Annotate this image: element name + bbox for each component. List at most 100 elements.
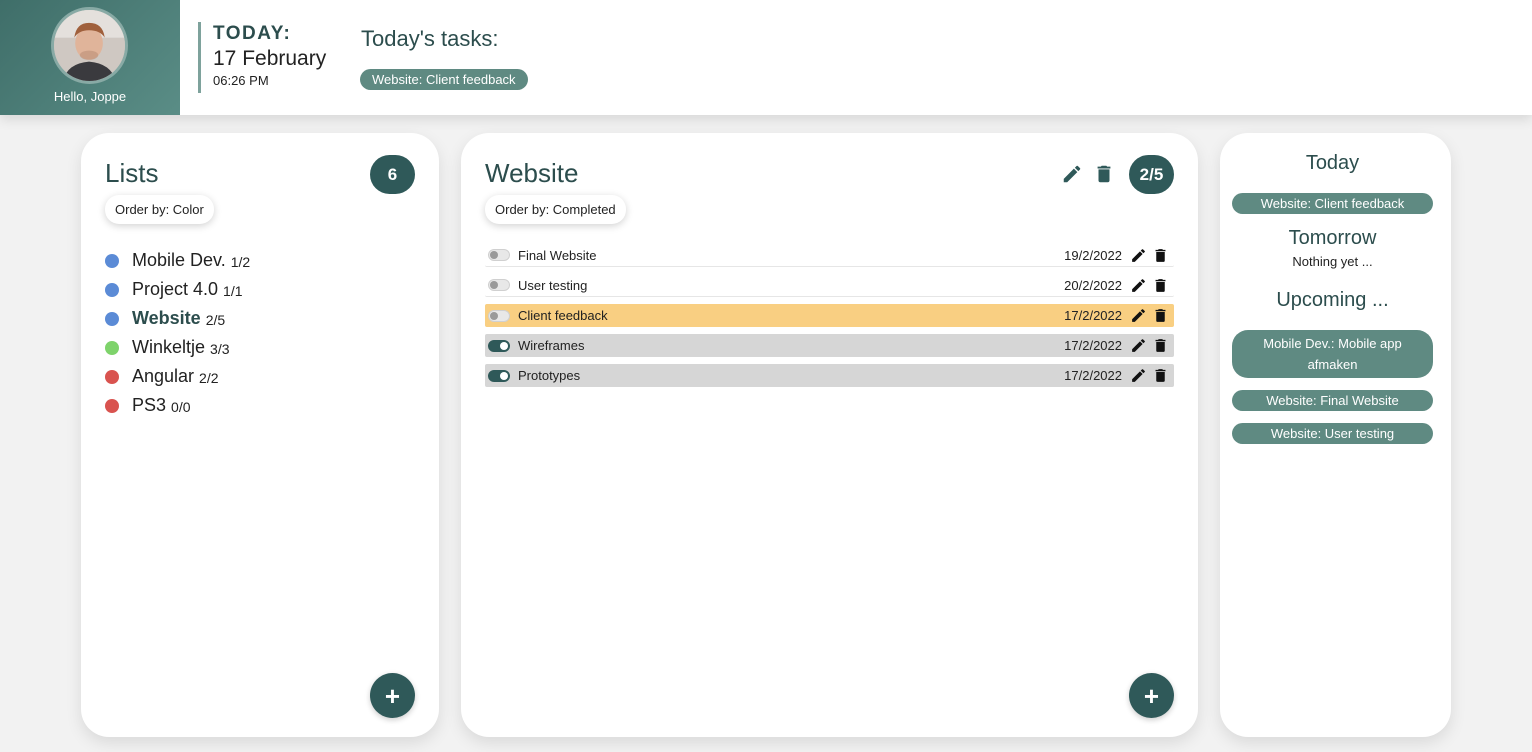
task-date: 17/2/2022 bbox=[1064, 338, 1122, 353]
color-dot bbox=[105, 282, 119, 297]
current-time: 06:26 PM bbox=[213, 73, 269, 88]
list-item-website[interactable]: Website 2/5 bbox=[105, 304, 250, 333]
todays-tasks-title: Today's tasks: bbox=[361, 26, 499, 51]
color-dot bbox=[105, 253, 119, 268]
list-count: 0/0 bbox=[171, 399, 191, 415]
lists-order-button[interactable]: Order by: Color bbox=[105, 195, 214, 224]
pencil-icon bbox=[1132, 369, 1145, 382]
delete-list-button[interactable] bbox=[1093, 163, 1115, 185]
today-items: Website: Client feedback bbox=[1232, 193, 1433, 214]
avatar-image bbox=[54, 10, 125, 81]
color-dot bbox=[105, 369, 119, 384]
list-name: PS3 bbox=[132, 395, 167, 415]
task-toggle[interactable] bbox=[488, 249, 510, 261]
task-row[interactable]: Client feedback 17/2/2022 bbox=[485, 304, 1174, 327]
list-item-angular[interactable]: Angular 2/2 bbox=[105, 362, 250, 391]
plus-icon: + bbox=[1143, 680, 1160, 711]
task-toggle[interactable] bbox=[488, 339, 510, 352]
tomorrow-heading: Tomorrow bbox=[1288, 227, 1377, 249]
task-name: Final Website bbox=[518, 247, 597, 263]
list-item-ps3[interactable]: PS3 0/0 bbox=[105, 391, 250, 420]
greeting-text: Hello, Joppe bbox=[53, 89, 127, 104]
delete-task-button[interactable] bbox=[1152, 367, 1169, 384]
task-date: 17/2/2022 bbox=[1064, 368, 1122, 383]
task-name: Prototypes bbox=[518, 368, 581, 383]
lists-container: Mobile Dev. 1/2 Project 4.0 1/1 Website … bbox=[105, 246, 250, 420]
list-name: Winkeltje bbox=[132, 337, 206, 357]
list-item-winkeltje[interactable]: Winkeltje 3/3 bbox=[105, 333, 250, 362]
task-toggle[interactable] bbox=[488, 279, 510, 291]
task-row[interactable]: Prototypes 17/2/2022 bbox=[485, 364, 1174, 387]
pencil-icon bbox=[1132, 248, 1145, 262]
today-label: TODAY: bbox=[213, 23, 292, 44]
list-count: 1/1 bbox=[223, 283, 243, 299]
add-list-button[interactable]: + bbox=[370, 673, 415, 718]
color-dot bbox=[105, 340, 119, 355]
tasks-panel: Website 2/5 Order by: Completed Final We… bbox=[461, 133, 1198, 737]
trash-icon bbox=[1155, 309, 1166, 322]
color-dot bbox=[105, 311, 119, 326]
task-row[interactable]: Wireframes 17/2/2022 bbox=[485, 334, 1174, 357]
tasks-order-button[interactable]: Order by: Completed bbox=[485, 195, 626, 224]
edit-task-button[interactable] bbox=[1130, 277, 1147, 294]
list-item-project[interactable]: Project 4.0 1/1 bbox=[105, 275, 250, 304]
plus-icon: + bbox=[384, 680, 401, 711]
delete-task-button[interactable] bbox=[1152, 307, 1169, 324]
delete-task-button[interactable] bbox=[1152, 247, 1169, 264]
top-header: Hello, Joppe TODAY: 17 February 06:26 PM… bbox=[0, 0, 1532, 115]
list-count: 1/2 bbox=[230, 254, 251, 270]
pencil-icon bbox=[1132, 339, 1145, 352]
upcoming-task-pill[interactable]: Mobile Dev.: Mobile app afmaken bbox=[1232, 330, 1433, 378]
trash-icon bbox=[1155, 248, 1166, 262]
color-dot bbox=[105, 398, 119, 413]
trash-icon bbox=[1155, 369, 1166, 382]
upcoming-task-pill[interactable]: Website: User testing bbox=[1232, 423, 1433, 444]
task-toggle[interactable] bbox=[488, 369, 510, 382]
today-task-pill[interactable]: Website: Client feedback bbox=[1232, 193, 1433, 214]
task-name: Wireframes bbox=[518, 338, 585, 353]
task-list: Final Website 19/2/2022 User testing 20/… bbox=[485, 244, 1174, 394]
list-count: 3/3 bbox=[210, 341, 230, 357]
lists-title: Lists bbox=[105, 158, 159, 188]
date-block: TODAY: 17 February 06:26 PM bbox=[198, 22, 326, 93]
delete-task-button[interactable] bbox=[1152, 277, 1169, 294]
pencil-icon bbox=[1063, 165, 1081, 183]
edit-task-button[interactable] bbox=[1130, 307, 1147, 324]
pencil-icon bbox=[1132, 309, 1145, 322]
trash-icon bbox=[1155, 278, 1166, 292]
edit-list-button[interactable] bbox=[1061, 163, 1083, 185]
profile-panel: Hello, Joppe bbox=[0, 0, 180, 115]
task-name: User testing bbox=[518, 277, 588, 293]
list-name: Website bbox=[132, 308, 201, 328]
current-date: 17 February bbox=[213, 47, 327, 70]
lists-panel: Lists 6 Order by: Color Mobile Dev. 1/2 … bbox=[81, 133, 439, 737]
edit-task-button[interactable] bbox=[1130, 247, 1147, 264]
task-toggle[interactable] bbox=[488, 309, 510, 322]
trash-icon bbox=[1155, 339, 1166, 352]
upcoming-task-pill[interactable]: Website: Final Website bbox=[1232, 390, 1433, 411]
today-heading: Today bbox=[1305, 152, 1360, 174]
schedule-panel: Today Website: Client feedback Tomorrow … bbox=[1220, 133, 1451, 737]
trash-icon bbox=[1097, 165, 1111, 183]
task-row[interactable]: Final Website 19/2/2022 bbox=[485, 244, 1174, 267]
list-actions bbox=[1061, 163, 1115, 185]
add-task-button[interactable]: + bbox=[1129, 673, 1174, 718]
task-date: 20/2/2022 bbox=[1064, 277, 1122, 293]
upcoming-section: Upcoming ... bbox=[1232, 289, 1433, 312]
list-name: Mobile Dev. bbox=[132, 250, 226, 270]
task-row[interactable]: User testing 20/2/2022 bbox=[485, 274, 1174, 297]
list-name: Angular bbox=[132, 366, 195, 386]
list-item-mobile-dev[interactable]: Mobile Dev. 1/2 bbox=[105, 246, 250, 275]
list-name: Project 4.0 bbox=[132, 279, 219, 299]
task-name: Client feedback bbox=[518, 308, 608, 323]
tomorrow-section: Tomorrow Nothing yet ... bbox=[1232, 227, 1433, 269]
today-section: Today bbox=[1232, 152, 1433, 175]
delete-task-button[interactable] bbox=[1152, 337, 1169, 354]
pencil-icon bbox=[1132, 278, 1145, 292]
tomorrow-empty-text: Nothing yet ... bbox=[1292, 254, 1373, 269]
avatar[interactable] bbox=[51, 7, 128, 84]
today-task-pill[interactable]: Website: Client feedback bbox=[360, 69, 528, 90]
edit-task-button[interactable] bbox=[1130, 337, 1147, 354]
upcoming-heading: Upcoming ... bbox=[1276, 289, 1389, 311]
edit-task-button[interactable] bbox=[1130, 367, 1147, 384]
